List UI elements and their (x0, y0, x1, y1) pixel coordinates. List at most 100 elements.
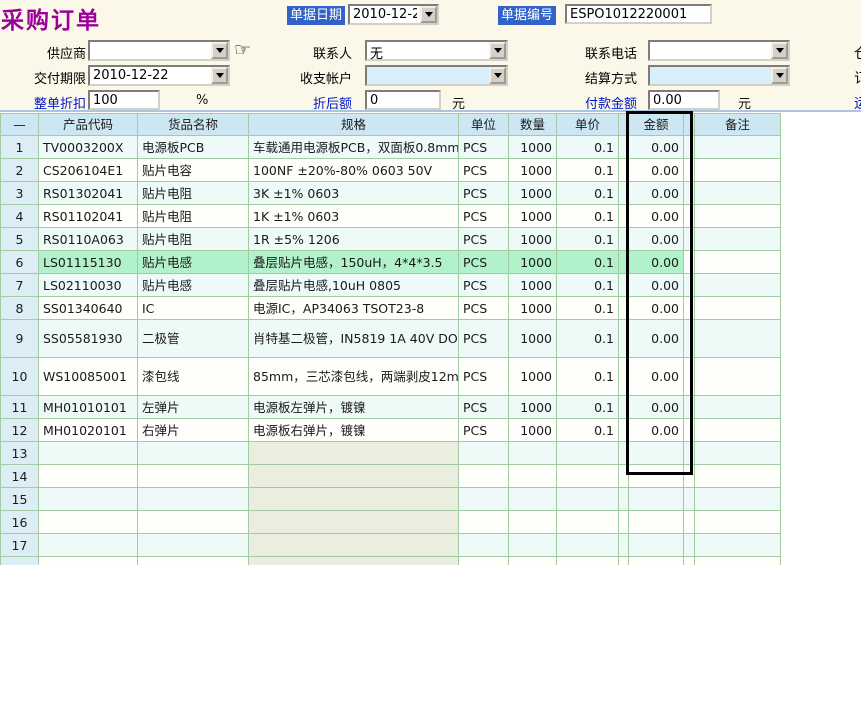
grid-cell[interactable] (695, 358, 781, 396)
grid-cell[interactable]: 电源板PCB (138, 136, 249, 159)
grid-cell[interactable]: 1000 (509, 297, 557, 320)
grid-cell[interactable] (695, 159, 781, 182)
grid-cell[interactable]: 肖特基二极管，IN5819 1A 40V DO-214 AC (249, 320, 459, 358)
supplier-dropdown-button[interactable] (211, 42, 228, 59)
grid-cell[interactable]: SS01340640 (39, 297, 138, 320)
grid-cell[interactable] (695, 297, 781, 320)
account-dropdown-button[interactable] (489, 67, 506, 84)
grid-cell[interactable] (249, 511, 459, 534)
grid-cell[interactable] (695, 274, 781, 297)
grid-cell[interactable] (684, 320, 695, 358)
grid-cell[interactable] (684, 419, 695, 442)
grid-cell[interactable]: PCS (459, 358, 509, 396)
grid-cell[interactable] (695, 320, 781, 358)
grid-cell[interactable] (249, 557, 459, 566)
grid-cell[interactable]: RS01102041 (39, 205, 138, 228)
grid-cell[interactable] (695, 136, 781, 159)
grid-cell[interactable]: 0.00 (629, 159, 684, 182)
grid-cell[interactable] (684, 228, 695, 251)
grid-cell[interactable]: PCS (459, 136, 509, 159)
grid-cell[interactable]: 0.00 (629, 251, 684, 274)
grid-cell[interactable] (39, 488, 138, 511)
grid-cell[interactable] (509, 534, 557, 557)
grid-cell[interactable]: 0.00 (629, 228, 684, 251)
grid-cell[interactable]: 贴片电感 (138, 274, 249, 297)
grid-cell[interactable]: PCS (459, 297, 509, 320)
grid-cell[interactable]: 0.1 (557, 136, 619, 159)
grid-cell[interactable] (695, 182, 781, 205)
grid-cell[interactable] (684, 442, 695, 465)
grid-cell[interactable] (695, 557, 781, 566)
grid-cell[interactable] (619, 396, 629, 419)
grid-cell[interactable] (619, 274, 629, 297)
grid-cell[interactable]: 0.1 (557, 320, 619, 358)
grid-cell[interactable] (695, 534, 781, 557)
grid-cell[interactable]: 1000 (509, 205, 557, 228)
grid-cell[interactable]: 0.1 (557, 251, 619, 274)
grid-cell[interactable] (684, 159, 695, 182)
grid-cell[interactable] (695, 511, 781, 534)
grid-cell[interactable]: 1000 (509, 396, 557, 419)
grid-cell[interactable] (619, 419, 629, 442)
grid-cell[interactable] (557, 534, 619, 557)
grid-cell[interactable] (557, 465, 619, 488)
grid-cell[interactable] (459, 511, 509, 534)
delivery-dropdown-button[interactable] (211, 67, 228, 84)
grid-cell[interactable]: PCS (459, 251, 509, 274)
settle-combobox[interactable] (648, 65, 790, 86)
grid-cell[interactable] (695, 251, 781, 274)
grid-cell[interactable] (249, 442, 459, 465)
grid-cell[interactable] (684, 251, 695, 274)
grid-cell[interactable] (695, 228, 781, 251)
grid-cell[interactable] (629, 442, 684, 465)
grid-cell[interactable] (695, 205, 781, 228)
grid-cell[interactable]: 0.00 (629, 396, 684, 419)
grid-cell[interactable]: 0.00 (629, 297, 684, 320)
grid-cell[interactable]: 0.1 (557, 297, 619, 320)
grid-cell[interactable]: CS206104E1 (39, 159, 138, 182)
grid-cell[interactable]: RS01302041 (39, 182, 138, 205)
grid-cell[interactable]: 电源板左弹片，镀镍 (249, 396, 459, 419)
grid-cell[interactable]: 贴片电阻 (138, 228, 249, 251)
grid-cell[interactable]: SS05581930 (39, 320, 138, 358)
grid-cell[interactable] (557, 488, 619, 511)
grid-cell[interactable] (684, 488, 695, 511)
grid-cell[interactable]: 0.00 (629, 182, 684, 205)
grid-cell[interactable] (39, 465, 138, 488)
grid-cell[interactable] (509, 557, 557, 566)
grid-cell[interactable]: 0.1 (557, 228, 619, 251)
grid-cell[interactable]: 左弹片 (138, 396, 249, 419)
grid-cell[interactable] (619, 297, 629, 320)
grid-cell[interactable] (684, 396, 695, 419)
grid-cell[interactable]: 1000 (509, 228, 557, 251)
grid-cell[interactable] (459, 442, 509, 465)
grid-cell[interactable] (619, 182, 629, 205)
grid-cell[interactable] (629, 465, 684, 488)
grid-cell[interactable] (684, 511, 695, 534)
grid-cell[interactable]: PCS (459, 205, 509, 228)
grid-cell[interactable]: PCS (459, 159, 509, 182)
grid-cell[interactable] (619, 251, 629, 274)
grid-cell[interactable]: IC (138, 297, 249, 320)
pay-amount-input[interactable] (648, 90, 720, 110)
account-combobox[interactable] (365, 65, 508, 86)
grid-cell[interactable] (619, 358, 629, 396)
grid-cell[interactable] (619, 511, 629, 534)
grid-cell[interactable] (619, 442, 629, 465)
grid-cell[interactable] (619, 320, 629, 358)
grid-cell[interactable]: 0.1 (557, 358, 619, 396)
grid-cell[interactable] (459, 488, 509, 511)
grid-cell[interactable] (684, 557, 695, 566)
grid-cell[interactable] (684, 182, 695, 205)
grid-cell[interactable] (684, 358, 695, 396)
grid-cell[interactable] (695, 488, 781, 511)
grid-cell[interactable] (557, 511, 619, 534)
grid-cell[interactable]: 1K ±1% 0603 (249, 205, 459, 228)
grid-cell[interactable]: 贴片电阻 (138, 205, 249, 228)
grid-cell[interactable]: 3K ±1% 0603 (249, 182, 459, 205)
grid-cell[interactable] (509, 465, 557, 488)
settle-dropdown-button[interactable] (771, 67, 788, 84)
grid-cell[interactable]: 0.00 (629, 358, 684, 396)
delivery-combobox[interactable]: 2010-12-22 (88, 65, 230, 86)
grid-cell[interactable]: 0.1 (557, 274, 619, 297)
